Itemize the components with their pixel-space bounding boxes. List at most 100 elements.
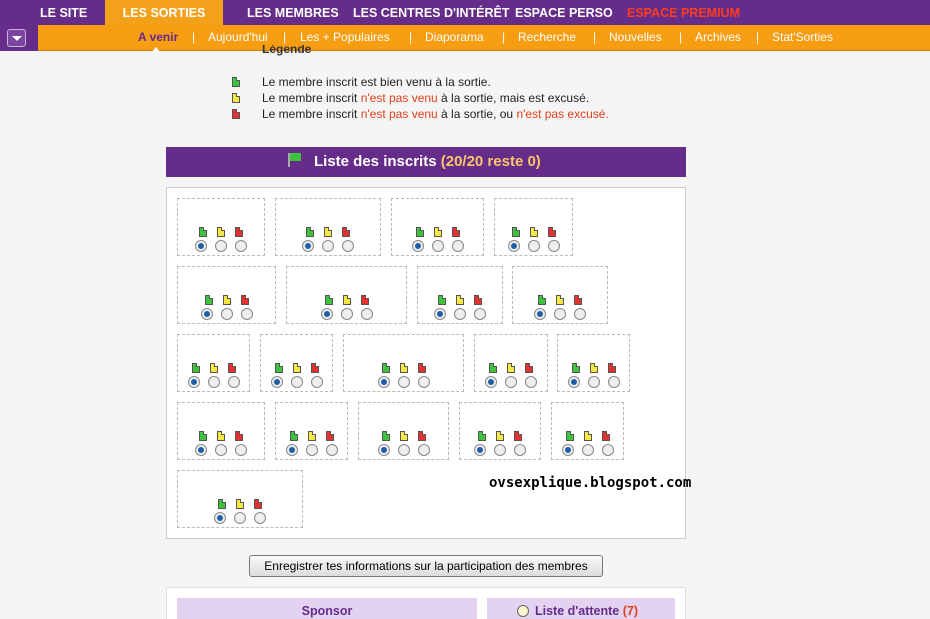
status-radio-yellow[interactable]	[431, 240, 444, 252]
status-radio-red[interactable]	[514, 444, 526, 456]
green-status-icon	[538, 295, 546, 305]
status-radio-green[interactable]	[434, 308, 446, 320]
status-radio-yellow[interactable]	[322, 240, 334, 252]
status-radio-green[interactable]	[567, 376, 580, 388]
nav-centres-interet[interactable]: LES CENTRES D'INTÉRÊT	[353, 0, 509, 25]
status-radio-yellow[interactable]	[215, 444, 227, 456]
red-status-icon	[235, 431, 243, 441]
red-status-icon	[360, 295, 369, 305]
status-radio-yellow[interactable]	[397, 376, 410, 388]
status-radio-yellow[interactable]	[340, 308, 353, 320]
status-radio-yellow[interactable]	[527, 240, 540, 252]
status-radio-green[interactable]	[320, 308, 333, 320]
nav-les-membres[interactable]: LES MEMBRES	[247, 0, 339, 25]
status-radio-red[interactable]	[417, 444, 430, 456]
nav-espace-perso[interactable]: ESPACE PERSO	[515, 0, 613, 25]
status-radio-red[interactable]	[235, 444, 247, 456]
member-cell	[177, 198, 265, 256]
status-radio-green[interactable]	[377, 376, 390, 388]
status-radio-red[interactable]	[574, 308, 586, 320]
status-radio-red[interactable]	[525, 376, 537, 388]
waiting-list-header[interactable]: Liste d'attente (7)	[487, 598, 675, 619]
yellow-status-icon	[307, 431, 316, 441]
status-radio-red[interactable]	[360, 308, 373, 320]
status-radio-green[interactable]	[214, 512, 226, 524]
member-cell	[275, 198, 381, 256]
status-radio-yellow[interactable]	[290, 376, 303, 388]
yellow-status-icon	[556, 295, 564, 305]
member-cell	[260, 334, 333, 392]
status-radio-red[interactable]	[254, 512, 266, 524]
status-radio-red[interactable]	[474, 308, 486, 320]
status-radio-yellow[interactable]	[554, 308, 566, 320]
red-status-icon	[254, 499, 262, 509]
red-status-icon	[232, 109, 240, 119]
status-radio-yellow[interactable]	[397, 444, 410, 456]
subnav-populaires[interactable]: Les + Populaires	[300, 25, 390, 51]
status-radio-red[interactable]	[310, 376, 323, 388]
status-radio-yellow[interactable]	[215, 240, 227, 252]
subnav-separator: |	[756, 30, 760, 44]
status-radio-red[interactable]	[601, 444, 614, 456]
status-radio-red[interactable]	[417, 376, 430, 388]
member-cell	[551, 402, 624, 460]
status-radio-green[interactable]	[377, 444, 390, 456]
status-radio-red[interactable]	[342, 240, 354, 252]
status-radio-red[interactable]	[547, 240, 560, 252]
status-radio-red[interactable]	[325, 444, 338, 456]
green-status-icon	[289, 431, 298, 441]
subnav-diaporama[interactable]: Diaporama	[425, 25, 484, 51]
status-radio-green[interactable]	[195, 444, 207, 456]
status-radio-green[interactable]	[195, 240, 207, 252]
member-cell	[286, 266, 407, 324]
nav-les-sorties[interactable]: LES SORTIES	[105, 0, 223, 25]
red-status-icon	[514, 431, 522, 441]
status-radio-yellow[interactable]	[234, 512, 246, 524]
yellow-status-icon	[217, 227, 225, 237]
status-radio-yellow[interactable]	[454, 308, 466, 320]
sponsor-header[interactable]: Sponsor	[177, 598, 477, 619]
nav-espace-premium[interactable]: ESPACE PREMIUM	[627, 0, 740, 25]
status-radio-red[interactable]	[607, 376, 620, 388]
status-radio-yellow[interactable]	[494, 444, 506, 456]
status-radio-green[interactable]	[561, 444, 574, 456]
status-radio-red[interactable]	[235, 240, 247, 252]
status-radio-green[interactable]	[507, 240, 520, 252]
status-radio-red[interactable]	[240, 308, 253, 320]
status-radio-red[interactable]	[451, 240, 464, 252]
yellow-status-icon	[496, 431, 504, 441]
status-radio-yellow[interactable]	[220, 308, 233, 320]
active-tab-caret-icon	[152, 47, 160, 52]
status-radio-green[interactable]	[485, 376, 497, 388]
nav-le-site[interactable]: LE SITE	[40, 0, 87, 25]
status-radio-red[interactable]	[227, 376, 240, 388]
yellow-status-icon	[217, 431, 225, 441]
status-radio-green[interactable]	[270, 376, 283, 388]
subnav-nouvelles[interactable]: Nouvelles	[609, 25, 662, 51]
status-radio-yellow[interactable]	[207, 376, 220, 388]
status-radio-yellow[interactable]	[505, 376, 517, 388]
status-radio-green[interactable]	[200, 308, 213, 320]
status-radio-yellow[interactable]	[587, 376, 600, 388]
status-radio-green[interactable]	[411, 240, 424, 252]
subnav-aujourdhui[interactable]: Aujourd'hui	[208, 25, 268, 51]
status-radio-yellow[interactable]	[581, 444, 594, 456]
status-radio-green[interactable]	[285, 444, 298, 456]
subnav-archives[interactable]: Archives	[695, 25, 741, 51]
member-cell	[474, 334, 548, 392]
status-radio-yellow[interactable]	[305, 444, 318, 456]
status-radio-green[interactable]	[302, 240, 314, 252]
status-radio-green[interactable]	[474, 444, 486, 456]
member-cell	[358, 402, 449, 460]
status-radio-green[interactable]	[534, 308, 546, 320]
subnav-recherche[interactable]: Recherche	[518, 25, 576, 51]
subnav-separator: |	[593, 30, 597, 44]
yellow-status-icon	[399, 431, 408, 441]
menu-toggle-button[interactable]	[0, 25, 38, 51]
save-participation-button[interactable]: Enregistrer tes informations sur la part…	[249, 555, 603, 577]
subnav-stat-sorties[interactable]: Stat'Sorties	[772, 25, 833, 51]
green-status-icon	[191, 363, 200, 373]
red-status-icon	[474, 295, 482, 305]
status-radio-green[interactable]	[187, 376, 200, 388]
green-status-icon	[274, 363, 283, 373]
